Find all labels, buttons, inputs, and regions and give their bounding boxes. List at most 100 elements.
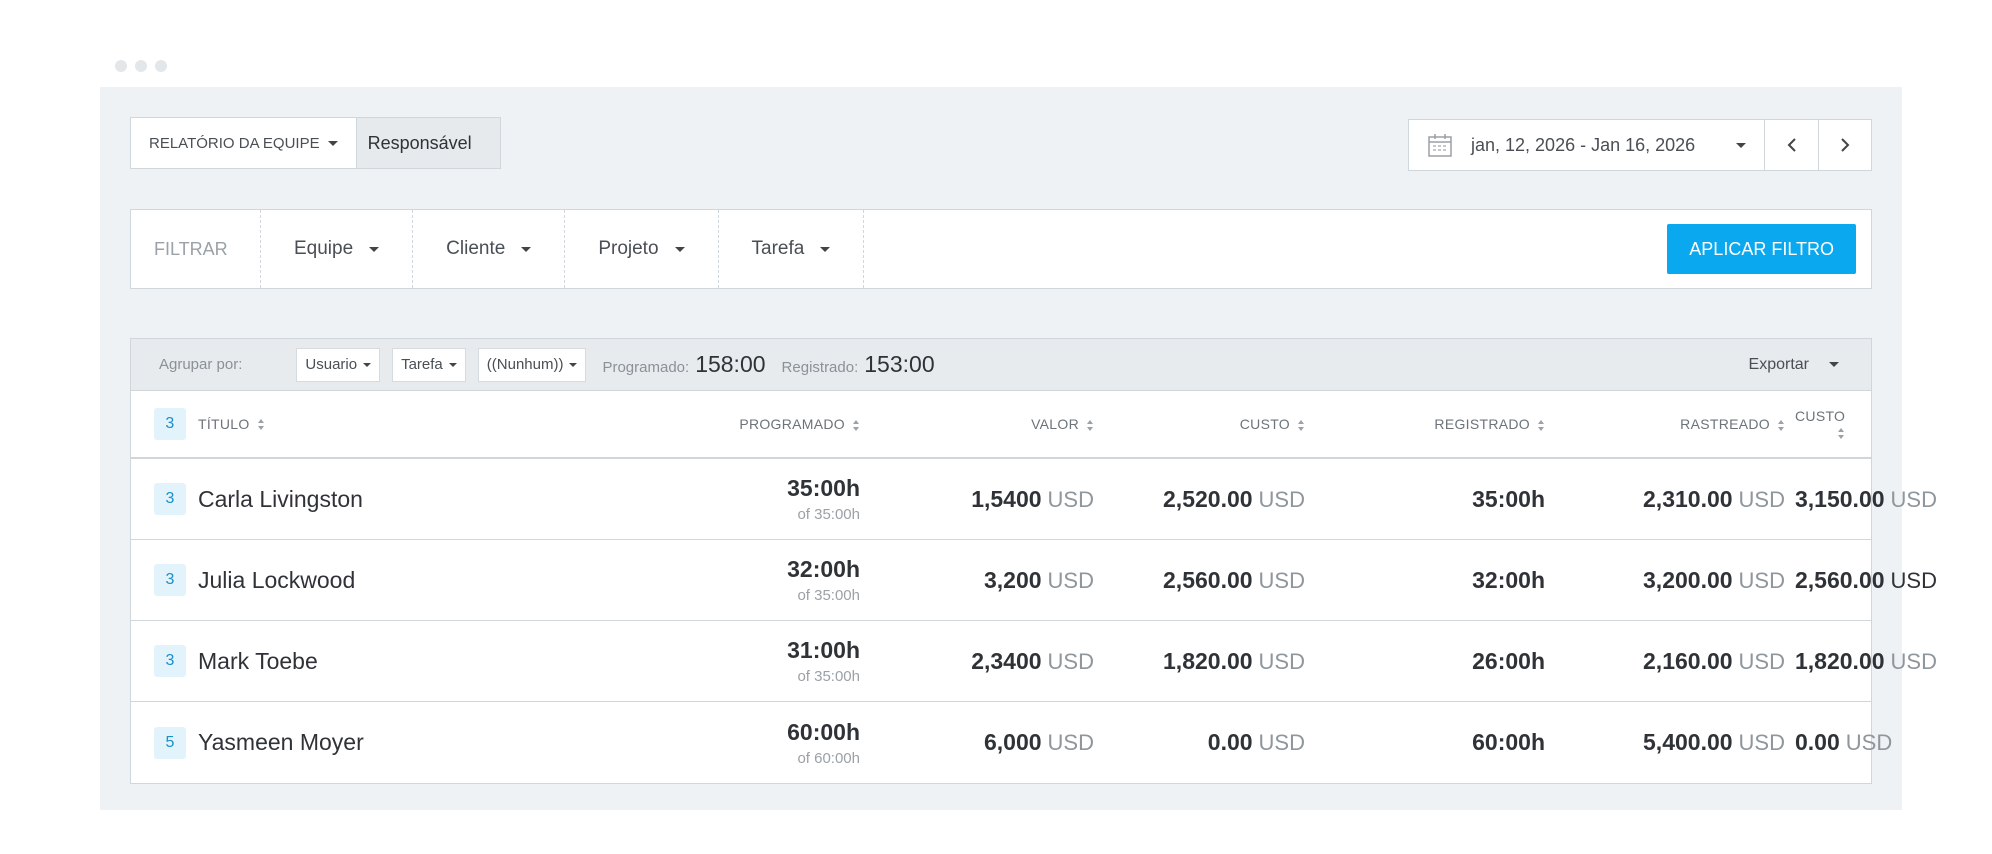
row-count-badge: 3 <box>154 645 186 677</box>
row-value: 2,3400 <box>971 647 1042 674</box>
row-registered: 32:00h <box>1472 566 1545 593</box>
scheduled-column-header[interactable]: PROGRAMADO <box>694 416 882 432</box>
row-count-badge: 3 <box>154 564 186 596</box>
row-unit: USD <box>1738 567 1785 593</box>
row-unit: USD <box>1258 730 1305 755</box>
row-scheduled: 60:00h <box>787 718 860 745</box>
registered-column-header[interactable]: REGISTRADO <box>1313 416 1553 432</box>
cost2-column-label: CUSTO <box>1795 408 1846 424</box>
row-cost2: 2,560.00 <box>1795 566 1885 593</box>
row-cost: 2,520.00 <box>1163 485 1253 512</box>
row-cost2: 1,820.00 <box>1795 647 1885 674</box>
caret-down-icon <box>521 246 532 252</box>
row-cost2: 3,150.00 <box>1795 485 1885 512</box>
row-scheduled: 35:00h <box>787 475 860 501</box>
next-period-button[interactable] <box>1818 120 1871 170</box>
row-unit: USD <box>1047 648 1094 674</box>
row-scheduled: 31:00h <box>787 637 860 663</box>
date-range-dropdown[interactable]: jan, 12, 2026 - Jan 16, 2026 <box>1409 120 1765 170</box>
chevron-right-icon <box>1841 138 1850 152</box>
export-dropdown[interactable]: Exportar <box>1749 356 1839 374</box>
row-count-badge: 3 <box>154 483 186 515</box>
table-row[interactable]: 3 Mark Toebe 31:00h of 35:00h 2,3400 USD 1,… <box>131 621 1937 702</box>
group-task-value: Tarefa <box>401 356 443 373</box>
sort-icon <box>853 419 860 431</box>
title-column-header[interactable]: 3 TÍTULO <box>131 408 694 440</box>
prev-period-button[interactable] <box>1765 120 1818 170</box>
sort-icon <box>1778 419 1785 431</box>
date-range-picker: jan, 12, 2026 - Jan 16, 2026 <box>1408 119 1872 171</box>
row-unit: USD <box>1047 730 1094 755</box>
row-unit: USD <box>1890 486 1937 512</box>
responsavel-label: Responsável <box>367 132 472 153</box>
cost-column-label: CUSTO <box>1239 416 1290 432</box>
filter-bar: FILTRAR Equipe Cliente Projeto Tarefa AP… <box>130 209 1872 289</box>
row-scheduled-of: of 35:00h <box>797 668 860 685</box>
export-label: Exportar <box>1748 355 1809 373</box>
table-row[interactable]: 5 Yasmeen Moyer 60:00h of 60:00h 6,000 USD … <box>131 702 1892 783</box>
row-scheduled: 32:00h <box>787 556 860 582</box>
table-row[interactable]: 3 Julia Lockwood 32:00h of 35:00h 3,200 USD… <box>131 540 1937 621</box>
row-tracked: 2,160.00 <box>1643 647 1733 674</box>
responsavel-button[interactable]: Responsável <box>355 118 500 168</box>
registered-total: Registrado: 153:00 <box>782 351 935 378</box>
sort-icon <box>1298 419 1305 431</box>
date-range-text: jan, 12, 2026 - Jan 16, 2026 <box>1471 134 1696 155</box>
cost-column-header[interactable]: CUSTO <box>1104 416 1313 432</box>
group-user-select[interactable]: Usuario <box>296 347 381 382</box>
row-tracked: 2,310.00 <box>1643 485 1733 512</box>
filter-project-dropdown[interactable]: Projeto <box>565 210 719 288</box>
calendar-icon <box>1428 134 1452 157</box>
caret-down-icon <box>1829 362 1839 367</box>
row-tracked: 3,200.00 <box>1643 566 1733 593</box>
value-column-label: VALOR <box>1031 416 1079 432</box>
group-user-value: Usuario <box>305 356 358 373</box>
row-unit: USD <box>1738 730 1785 755</box>
row-registered: 26:00h <box>1472 647 1545 674</box>
report-table: Agrupar por: Usuario Tarefa ((Nunhum)) P… <box>130 338 1937 784</box>
row-cost2: 0.00 <box>1795 729 1840 755</box>
row-unit: USD <box>1047 486 1094 512</box>
caret-down-icon <box>327 140 338 146</box>
tracked-column-header[interactable]: RASTREADO <box>1553 416 1795 432</box>
row-scheduled-of: of 35:00h <box>797 587 860 604</box>
filter-client-label: Cliente <box>446 238 506 259</box>
caret-down-icon <box>674 246 685 252</box>
row-scheduled-of: of 35:00h <box>797 506 860 523</box>
registered-column-label: REGISTRADO <box>1434 416 1530 432</box>
row-name: Carla Livingston <box>198 485 363 512</box>
row-cost: 1,820.00 <box>1163 647 1253 674</box>
caret-down-icon <box>448 362 457 367</box>
group-none-value: ((Nunhum)) <box>486 356 564 373</box>
row-value: 3,200 <box>983 566 1042 593</box>
row-value: 6,000 <box>983 729 1042 755</box>
registered-total-label: Registrado: <box>781 359 859 376</box>
filter-team-dropdown[interactable]: Equipe <box>261 210 414 288</box>
caret-down-icon <box>820 246 831 252</box>
apply-filter-button[interactable]: APLICAR FILTRO <box>1667 224 1856 274</box>
row-name: Julia Lockwood <box>198 566 356 593</box>
window-controls <box>115 60 167 72</box>
caret-down-icon <box>363 362 372 367</box>
group-task-select[interactable]: Tarefa <box>392 347 466 382</box>
value-column-header[interactable]: VALOR <box>882 416 1104 432</box>
filter-task-dropdown[interactable]: Tarefa <box>719 210 865 288</box>
row-unit: USD <box>1258 567 1305 593</box>
filter-label: FILTRAR <box>131 210 261 288</box>
title-column-label: TÍTULO <box>198 416 250 432</box>
row-unit: USD <box>1845 730 1893 755</box>
tracked-column-label: RASTREADO <box>1680 416 1770 432</box>
report-panel: RELATÓRIO DA EQUIPE Responsável jan, 12,… <box>100 87 1937 810</box>
filter-task-label: Tarefa <box>751 238 805 259</box>
row-unit: USD <box>1258 486 1305 512</box>
team-report-label: RELATÓRIO DA EQUIPE <box>149 134 320 152</box>
cost2-column-header[interactable]: CUSTO <box>1795 408 1903 440</box>
sort-icon <box>1538 419 1545 431</box>
row-unit: USD <box>1047 567 1094 593</box>
team-report-dropdown[interactable]: RELATÓRIO DA EQUIPE <box>131 118 356 168</box>
filter-client-dropdown[interactable]: Cliente <box>413 210 566 288</box>
group-none-select[interactable]: ((Nunhum)) <box>477 347 587 382</box>
row-count-badge: 5 <box>154 726 186 759</box>
table-row[interactable]: 3 Carla Livingston 35:00h of 35:00h 1,5400… <box>131 459 1937 540</box>
window-dot <box>115 60 127 72</box>
